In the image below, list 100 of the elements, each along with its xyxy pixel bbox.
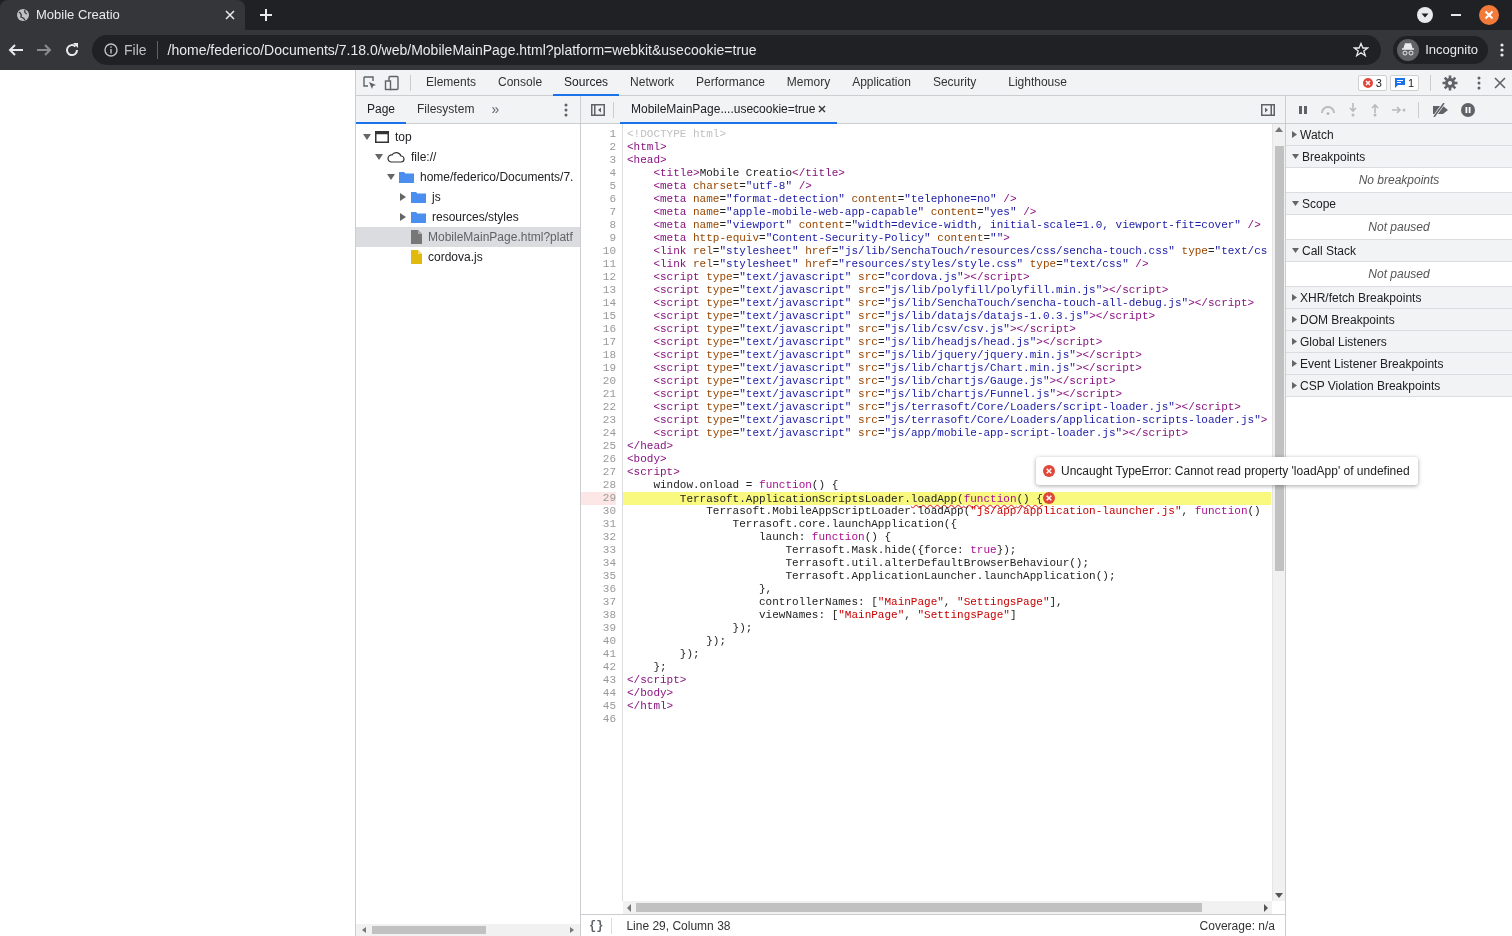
tree-item[interactable]: file:// bbox=[356, 147, 580, 167]
devtools-tab[interactable]: Memory bbox=[775, 69, 842, 96]
code-line: <!DOCTYPE html> bbox=[627, 128, 727, 140]
devtools-tab[interactable]: Lighthouse bbox=[997, 69, 1078, 96]
error-icon[interactable] bbox=[1042, 492, 1055, 504]
device-toggle-icon[interactable] bbox=[384, 74, 400, 91]
coverage-status: Coverage: n/a bbox=[1199, 917, 1275, 935]
section-header[interactable]: Event Listener Breakpoints bbox=[1286, 353, 1512, 375]
menu-icon[interactable] bbox=[1500, 42, 1504, 58]
more-options-icon[interactable] bbox=[564, 102, 568, 117]
scroll-left-icon[interactable] bbox=[360, 926, 368, 934]
close-icon[interactable] bbox=[1479, 5, 1499, 25]
line-number: 38 bbox=[601, 609, 616, 622]
expanded-arrow-icon[interactable] bbox=[387, 174, 395, 180]
section-header[interactable]: DOM Breakpoints bbox=[1286, 309, 1512, 331]
code-line: <script type="text/javascript" src="js/terrasoft/Core/Loaders/application-scripts-loader.js"> bbox=[652, 414, 1268, 426]
line-number: 26 bbox=[601, 453, 616, 466]
expanded-arrow-icon bbox=[1292, 154, 1299, 159]
tree-item[interactable]: home/federico/Documents/7. bbox=[356, 167, 580, 187]
code-line: Terrasoft.Mask.hide({force: true}); bbox=[784, 544, 1017, 556]
forward-icon[interactable] bbox=[36, 42, 52, 58]
code-line: viewNames: ["MainPage", "SettingsPage"] bbox=[758, 609, 1017, 621]
line-number: 43 bbox=[601, 674, 616, 687]
dropdown-icon[interactable] bbox=[1417, 7, 1433, 23]
section-header[interactable]: Breakpoints bbox=[1286, 146, 1512, 168]
pause-icon[interactable] bbox=[1298, 104, 1308, 115]
section-header[interactable]: Global Listeners bbox=[1286, 331, 1512, 353]
collapsed-arrow-icon[interactable] bbox=[400, 213, 406, 221]
scroll-down-icon[interactable] bbox=[1275, 893, 1283, 899]
info-icon[interactable] bbox=[104, 43, 118, 57]
line-number: 33 bbox=[601, 544, 616, 557]
tree-item[interactable]: MobileMainPage.html?platf bbox=[356, 227, 580, 247]
horizontal-scrollbar[interactable] bbox=[623, 901, 1272, 914]
collapsed-arrow-icon[interactable] bbox=[400, 193, 406, 201]
collapsed-arrow-icon bbox=[1292, 338, 1297, 345]
error-count-badge[interactable]: 3 bbox=[1357, 74, 1387, 91]
code-line: Terrasoft.MobileAppScriptLoader.loadApp("js/app/application-launcher.js", function() bbox=[705, 505, 1261, 517]
section-header[interactable]: Call Stack bbox=[1286, 240, 1512, 262]
expanded-arrow-icon[interactable] bbox=[375, 154, 383, 160]
code-line: Terrasoft.ApplicationLauncher.launchApplication(); bbox=[784, 570, 1116, 582]
devtools-tab[interactable]: Console bbox=[487, 69, 554, 96]
navigator-tab[interactable]: Filesystem bbox=[406, 95, 486, 124]
devtools-tab[interactable]: Elements bbox=[415, 69, 488, 96]
message-count-badge[interactable]: 1 bbox=[1389, 74, 1419, 91]
security-label: File bbox=[124, 40, 147, 60]
reload-icon[interactable] bbox=[64, 42, 80, 58]
code-line: }); bbox=[731, 622, 753, 634]
line-number: 46 bbox=[601, 713, 616, 726]
devtools-tab[interactable]: Application bbox=[841, 69, 922, 96]
section-header[interactable]: Scope bbox=[1286, 193, 1512, 215]
browser-tab[interactable]: Mobile Creatio bbox=[0, 0, 245, 30]
devtools-tab[interactable]: Performance bbox=[685, 69, 776, 96]
line-number: 20 bbox=[601, 375, 616, 388]
scroll-up-icon[interactable] bbox=[1275, 126, 1283, 132]
scroll-right-icon[interactable] bbox=[568, 926, 576, 934]
star-icon[interactable] bbox=[1353, 42, 1370, 58]
tree-item[interactable]: resources/styles bbox=[356, 207, 580, 227]
code-line: <script type="text/javascript" src="js/lib/chartjs/Gauge.js"></script> bbox=[652, 375, 1116, 387]
code-line: <html> bbox=[627, 141, 667, 153]
line-number: 10 bbox=[601, 245, 616, 258]
profile-chip[interactable]: Incognito bbox=[1393, 36, 1488, 64]
settings-icon[interactable] bbox=[1442, 74, 1458, 91]
devtools-tab[interactable]: Security bbox=[921, 69, 988, 96]
pause-on-exceptions-icon[interactable] bbox=[1461, 102, 1475, 117]
tree-item[interactable]: js bbox=[356, 187, 580, 207]
toggle-navigator-icon[interactable] bbox=[591, 103, 605, 116]
horizontal-scrollbar[interactable] bbox=[356, 924, 580, 936]
deactivate-breakpoints-icon[interactable] bbox=[1431, 102, 1449, 117]
code-line: <meta name="viewport" content="width=device-width, initial-scale=1.0, viewport-fit=cover" /> bbox=[652, 219, 1261, 231]
expanded-arrow-icon[interactable] bbox=[363, 134, 371, 140]
section-header[interactable]: CSP Violation Breakpoints bbox=[1286, 375, 1512, 397]
tree-item[interactable]: cordova.js bbox=[356, 247, 580, 267]
line-number: 6 bbox=[608, 193, 616, 206]
line-number: 36 bbox=[601, 583, 616, 596]
line-number: 15 bbox=[601, 310, 616, 323]
line-number: 17 bbox=[601, 336, 616, 349]
line-number: 8 bbox=[608, 219, 616, 232]
pretty-print-button[interactable]: {} bbox=[589, 916, 604, 935]
tree-item[interactable]: top bbox=[356, 127, 580, 147]
scroll-left-icon[interactable] bbox=[626, 903, 632, 912]
inspect-icon[interactable] bbox=[362, 74, 378, 91]
code-line: </body> bbox=[627, 687, 674, 699]
toggle-debugger-icon[interactable] bbox=[1261, 103, 1275, 116]
more-tabs-button[interactable]: » bbox=[491, 99, 500, 120]
close-icon[interactable] bbox=[818, 104, 827, 113]
line-number: 9 bbox=[608, 232, 616, 245]
more-options-icon[interactable] bbox=[1477, 75, 1481, 90]
scroll-right-icon[interactable] bbox=[1263, 903, 1269, 912]
back-icon[interactable] bbox=[8, 42, 24, 58]
new-tab-icon[interactable] bbox=[259, 8, 273, 22]
devtools-tab[interactable]: Network bbox=[619, 69, 686, 96]
address-bar[interactable]: File /home/federico/Documents/7.18.0/web/MobileMainPage.html?platform=webkit&usecookie=true bbox=[92, 35, 1382, 65]
expanded-arrow-icon bbox=[1292, 248, 1299, 253]
navigator-tab[interactable]: Page bbox=[356, 95, 407, 124]
section-header[interactable]: Watch bbox=[1286, 124, 1512, 146]
code-line: <script type="text/javascript" src="js/lib/jquery/jquery.min.js"></script> bbox=[652, 349, 1142, 361]
line-number: 37 bbox=[601, 596, 616, 609]
collapsed-arrow-icon bbox=[1292, 294, 1297, 301]
line-number: 13 bbox=[601, 284, 616, 297]
section-header[interactable]: XHR/fetch Breakpoints bbox=[1286, 287, 1512, 309]
